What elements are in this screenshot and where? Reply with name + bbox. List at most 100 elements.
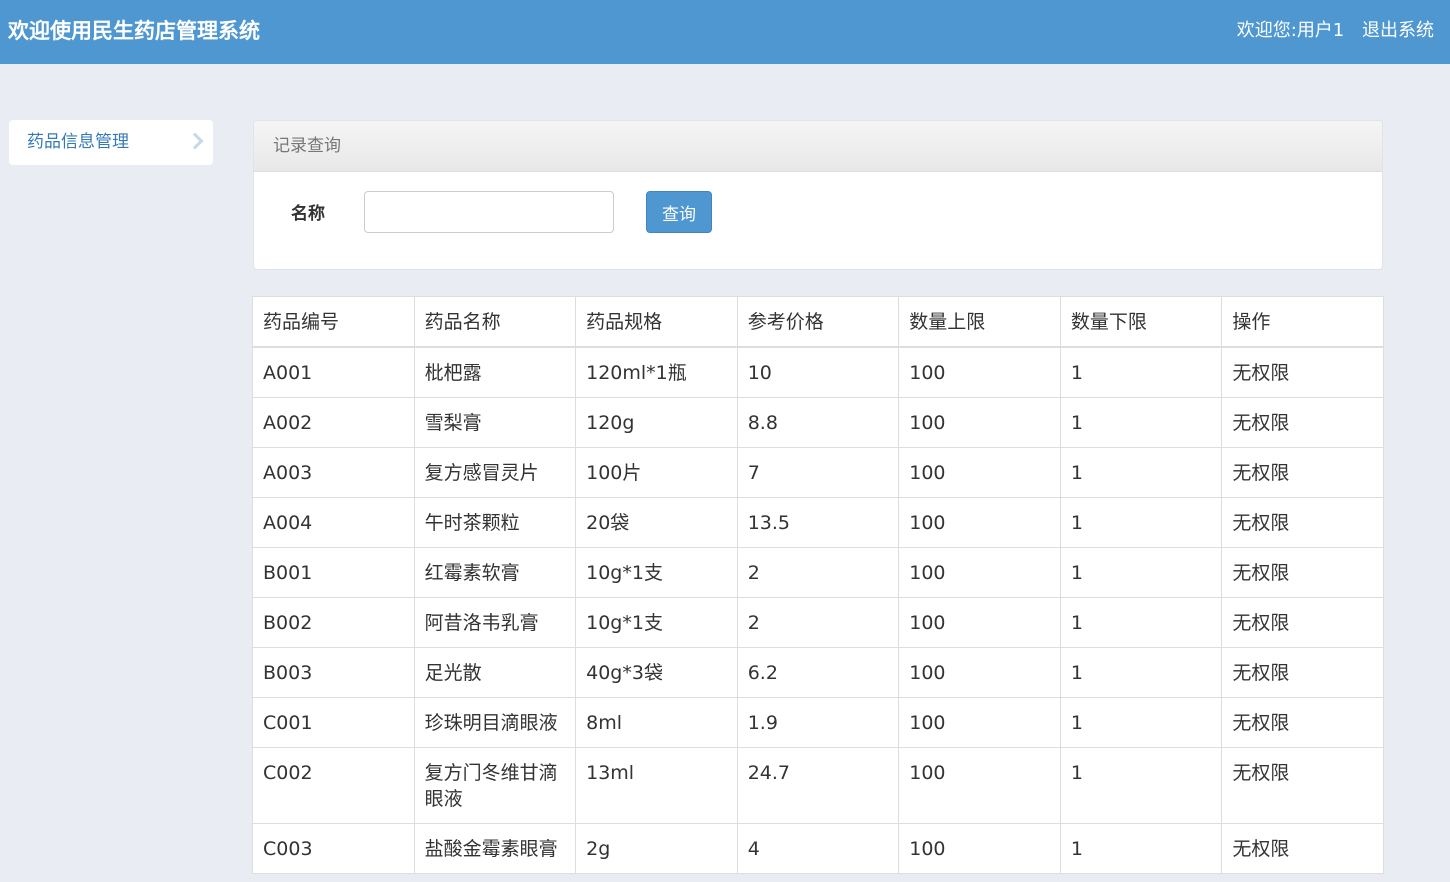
operation-cell: 无权限 xyxy=(1221,346,1384,398)
table-cell: B002 xyxy=(252,597,415,648)
table-cell: 2 xyxy=(736,547,900,598)
operation-cell: 无权限 xyxy=(1221,447,1384,498)
table-cell: 阿昔洛韦乳膏 xyxy=(413,597,577,648)
table-cell: 10g*1支 xyxy=(575,547,738,598)
welcome-text: 欢迎您: xyxy=(1236,20,1297,41)
table-cell: 13.5 xyxy=(736,497,900,548)
table-cell: 1 xyxy=(1059,647,1223,698)
table-cell: 1 xyxy=(1059,697,1223,748)
table-cell: 足光散 xyxy=(413,647,577,698)
top-header: 欢迎使用民生药店管理系统 欢迎您:用户1 退出系统 xyxy=(0,0,1450,64)
logout-link[interactable]: 退出系统 xyxy=(1362,20,1434,41)
table-cell: 2g xyxy=(575,823,738,874)
name-search-input[interactable] xyxy=(364,191,614,233)
column-header: 操作 xyxy=(1221,296,1384,348)
table-cell: A003 xyxy=(252,447,415,498)
table-cell: 雪梨膏 xyxy=(413,397,577,448)
table-cell: 6.2 xyxy=(736,647,900,698)
table-cell: 100 xyxy=(898,647,1061,698)
table-cell: 100片 xyxy=(575,447,738,498)
column-header: 数量下限 xyxy=(1059,296,1223,348)
table-cell: 1.9 xyxy=(736,697,900,748)
table-row: B001 红霉素软膏 10g*1支 2 100 1 无权限 xyxy=(252,547,1384,598)
table-row: C001 珍珠明目滴眼液 8ml 1.9 100 1 无权限 xyxy=(252,697,1384,748)
operation-cell: 无权限 xyxy=(1221,547,1384,598)
operation-cell: 无权限 xyxy=(1221,647,1384,698)
table-cell: 100 xyxy=(898,397,1061,448)
drug-table-container: 药品编号 药品名称 药品规格 参考价格 数量上限 数量下限 操作 A001 枇杷露 120ml*… xyxy=(252,296,1384,874)
table-cell: C003 xyxy=(252,823,415,874)
table-cell: 100 xyxy=(898,447,1061,498)
table-cell: B001 xyxy=(252,547,415,598)
table-cell: 1 xyxy=(1059,346,1223,398)
table-row: A004 午时茶颗粒 20袋 13.5 100 1 无权限 xyxy=(252,497,1384,548)
sidebar-item-drug-info[interactable]: 药品信息管理 xyxy=(9,120,213,165)
operation-cell: 无权限 xyxy=(1221,397,1384,448)
table-cell: 100 xyxy=(898,547,1061,598)
column-header: 药品名称 xyxy=(413,296,577,348)
user-area: 欢迎您:用户1 退出系统 xyxy=(1231,18,1434,44)
table-row: C003 盐酸金霉素眼膏 2g 4 100 1 无权限 xyxy=(252,823,1384,874)
table-cell: 20袋 xyxy=(575,497,738,548)
app-title: 欢迎使用民生药店管理系统 xyxy=(8,19,260,43)
table-cell: 红霉素软膏 xyxy=(413,547,577,598)
table-row: C002 复方门冬维甘滴眼液 13ml 24.7 100 1 无权限 xyxy=(252,747,1384,824)
table-cell: 100 xyxy=(898,747,1061,824)
table-row: B002 阿昔洛韦乳膏 10g*1支 2 100 1 无权限 xyxy=(252,597,1384,648)
table-cell: 1 xyxy=(1059,497,1223,548)
table-cell: 1 xyxy=(1059,547,1223,598)
table-cell: 7 xyxy=(736,447,900,498)
table-cell: 复方感冒灵片 xyxy=(413,447,577,498)
search-panel-title: 记录查询 xyxy=(273,136,341,156)
table-cell: 10 xyxy=(736,346,900,398)
operation-cell: 无权限 xyxy=(1221,823,1384,874)
search-panel-header: 记录查询 xyxy=(254,121,1382,172)
table-cell: 盐酸金霉素眼膏 xyxy=(413,823,577,874)
table-cell: 2 xyxy=(736,597,900,648)
table-cell: 24.7 xyxy=(736,747,900,824)
table-cell: 100 xyxy=(898,497,1061,548)
table-row: A001 枇杷露 120ml*1瓶 10 100 1 无权限 xyxy=(252,346,1384,398)
username: 用户1 xyxy=(1296,20,1345,41)
table-cell: 8ml xyxy=(575,697,738,748)
table-cell: A002 xyxy=(252,397,415,448)
table-cell: 1 xyxy=(1059,823,1223,874)
column-header: 数量上限 xyxy=(898,296,1061,348)
table-cell: 1 xyxy=(1059,447,1223,498)
table-cell: 1 xyxy=(1059,597,1223,648)
operation-cell: 无权限 xyxy=(1221,747,1384,824)
table-cell: A001 xyxy=(252,346,415,398)
table-cell: 1 xyxy=(1059,747,1223,824)
table-row: A003 复方感冒灵片 100片 7 100 1 无权限 xyxy=(252,447,1384,498)
table-cell: 8.8 xyxy=(736,397,900,448)
drug-table: 药品编号 药品名称 药品规格 参考价格 数量上限 数量下限 操作 A001 枇杷露 120ml*… xyxy=(252,296,1384,874)
table-cell: 4 xyxy=(736,823,900,874)
operation-cell: 无权限 xyxy=(1221,697,1384,748)
table-cell: 1 xyxy=(1059,397,1223,448)
table-cell: B003 xyxy=(252,647,415,698)
table-cell: 40g*3袋 xyxy=(575,647,738,698)
query-button[interactable]: 查询 xyxy=(646,191,712,233)
operation-cell: 无权限 xyxy=(1221,597,1384,648)
chevron-right-icon xyxy=(186,132,204,150)
table-cell: 120ml*1瓶 xyxy=(575,346,738,398)
column-header: 参考价格 xyxy=(736,296,900,348)
table-cell: 复方门冬维甘滴眼液 xyxy=(413,747,577,824)
table-cell: C001 xyxy=(252,697,415,748)
table-row: A002 雪梨膏 120g 8.8 100 1 无权限 xyxy=(252,397,1384,448)
column-header: 药品规格 xyxy=(575,296,738,348)
table-cell: 100 xyxy=(898,597,1061,648)
column-header: 药品编号 xyxy=(252,296,415,348)
name-label: 名称 xyxy=(291,204,325,224)
table-row: B003 足光散 40g*3袋 6.2 100 1 无权限 xyxy=(252,647,1384,698)
table-cell: 100 xyxy=(898,823,1061,874)
table-cell: 枇杷露 xyxy=(413,346,577,398)
table-cell: 珍珠明目滴眼液 xyxy=(413,697,577,748)
operation-cell: 无权限 xyxy=(1221,497,1384,548)
table-cell: A004 xyxy=(252,497,415,548)
table-cell: 100 xyxy=(898,697,1061,748)
table-body: A001 枇杷露 120ml*1瓶 10 100 1 无权限 A002 雪梨膏 120g 8.8 10… xyxy=(252,346,1384,874)
table-cell: 120g xyxy=(575,397,738,448)
table-cell: 100 xyxy=(898,346,1061,398)
search-panel: 记录查询 名称 查询 xyxy=(253,120,1383,270)
